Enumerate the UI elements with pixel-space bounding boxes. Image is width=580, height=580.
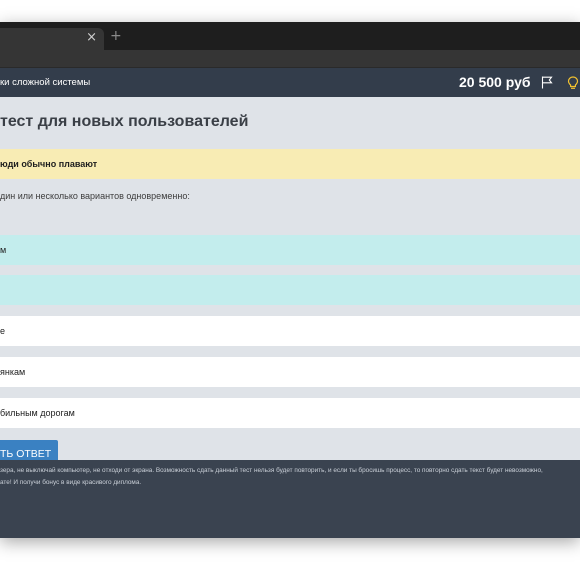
- browser-window: × + ки сложной системы 20 500 руб тест д…: [0, 22, 580, 538]
- answer-option[interactable]: м: [0, 235, 580, 265]
- new-tab-icon[interactable]: +: [110, 29, 122, 43]
- tab-close-icon[interactable]: ×: [86, 30, 97, 46]
- footer-notice: зера, не выключай компьютер, не отходи о…: [0, 467, 543, 474]
- site-header: ки сложной системы 20 500 руб: [0, 68, 580, 97]
- balance-amount: 20 500 руб: [459, 74, 531, 90]
- answer-option[interactable]: е: [0, 316, 580, 346]
- flag-icon[interactable]: [541, 76, 553, 89]
- footer-notice: ате! И получи бонус в виде красивого дип…: [0, 479, 142, 486]
- browser-toolbar: [0, 50, 580, 68]
- lightbulb-icon[interactable]: [567, 76, 579, 90]
- answer-option[interactable]: [0, 275, 580, 305]
- answer-option[interactable]: янкам: [0, 357, 580, 387]
- footer: зера, не выключай компьютер, не отходи о…: [0, 460, 580, 538]
- tab-strip: × +: [0, 22, 580, 50]
- question-text: юди обычно плавают: [0, 149, 580, 179]
- page-title: тест для новых пользователей: [0, 113, 249, 130]
- browser-tab[interactable]: ×: [0, 28, 104, 50]
- answer-option[interactable]: бильным дорогам: [0, 398, 580, 428]
- site-brand[interactable]: ки сложной системы: [0, 77, 90, 88]
- answer-instruction: дин или несколько вариантов одновременно…: [0, 191, 190, 201]
- test-content: тест для новых пользователей юди обычно …: [0, 97, 580, 467]
